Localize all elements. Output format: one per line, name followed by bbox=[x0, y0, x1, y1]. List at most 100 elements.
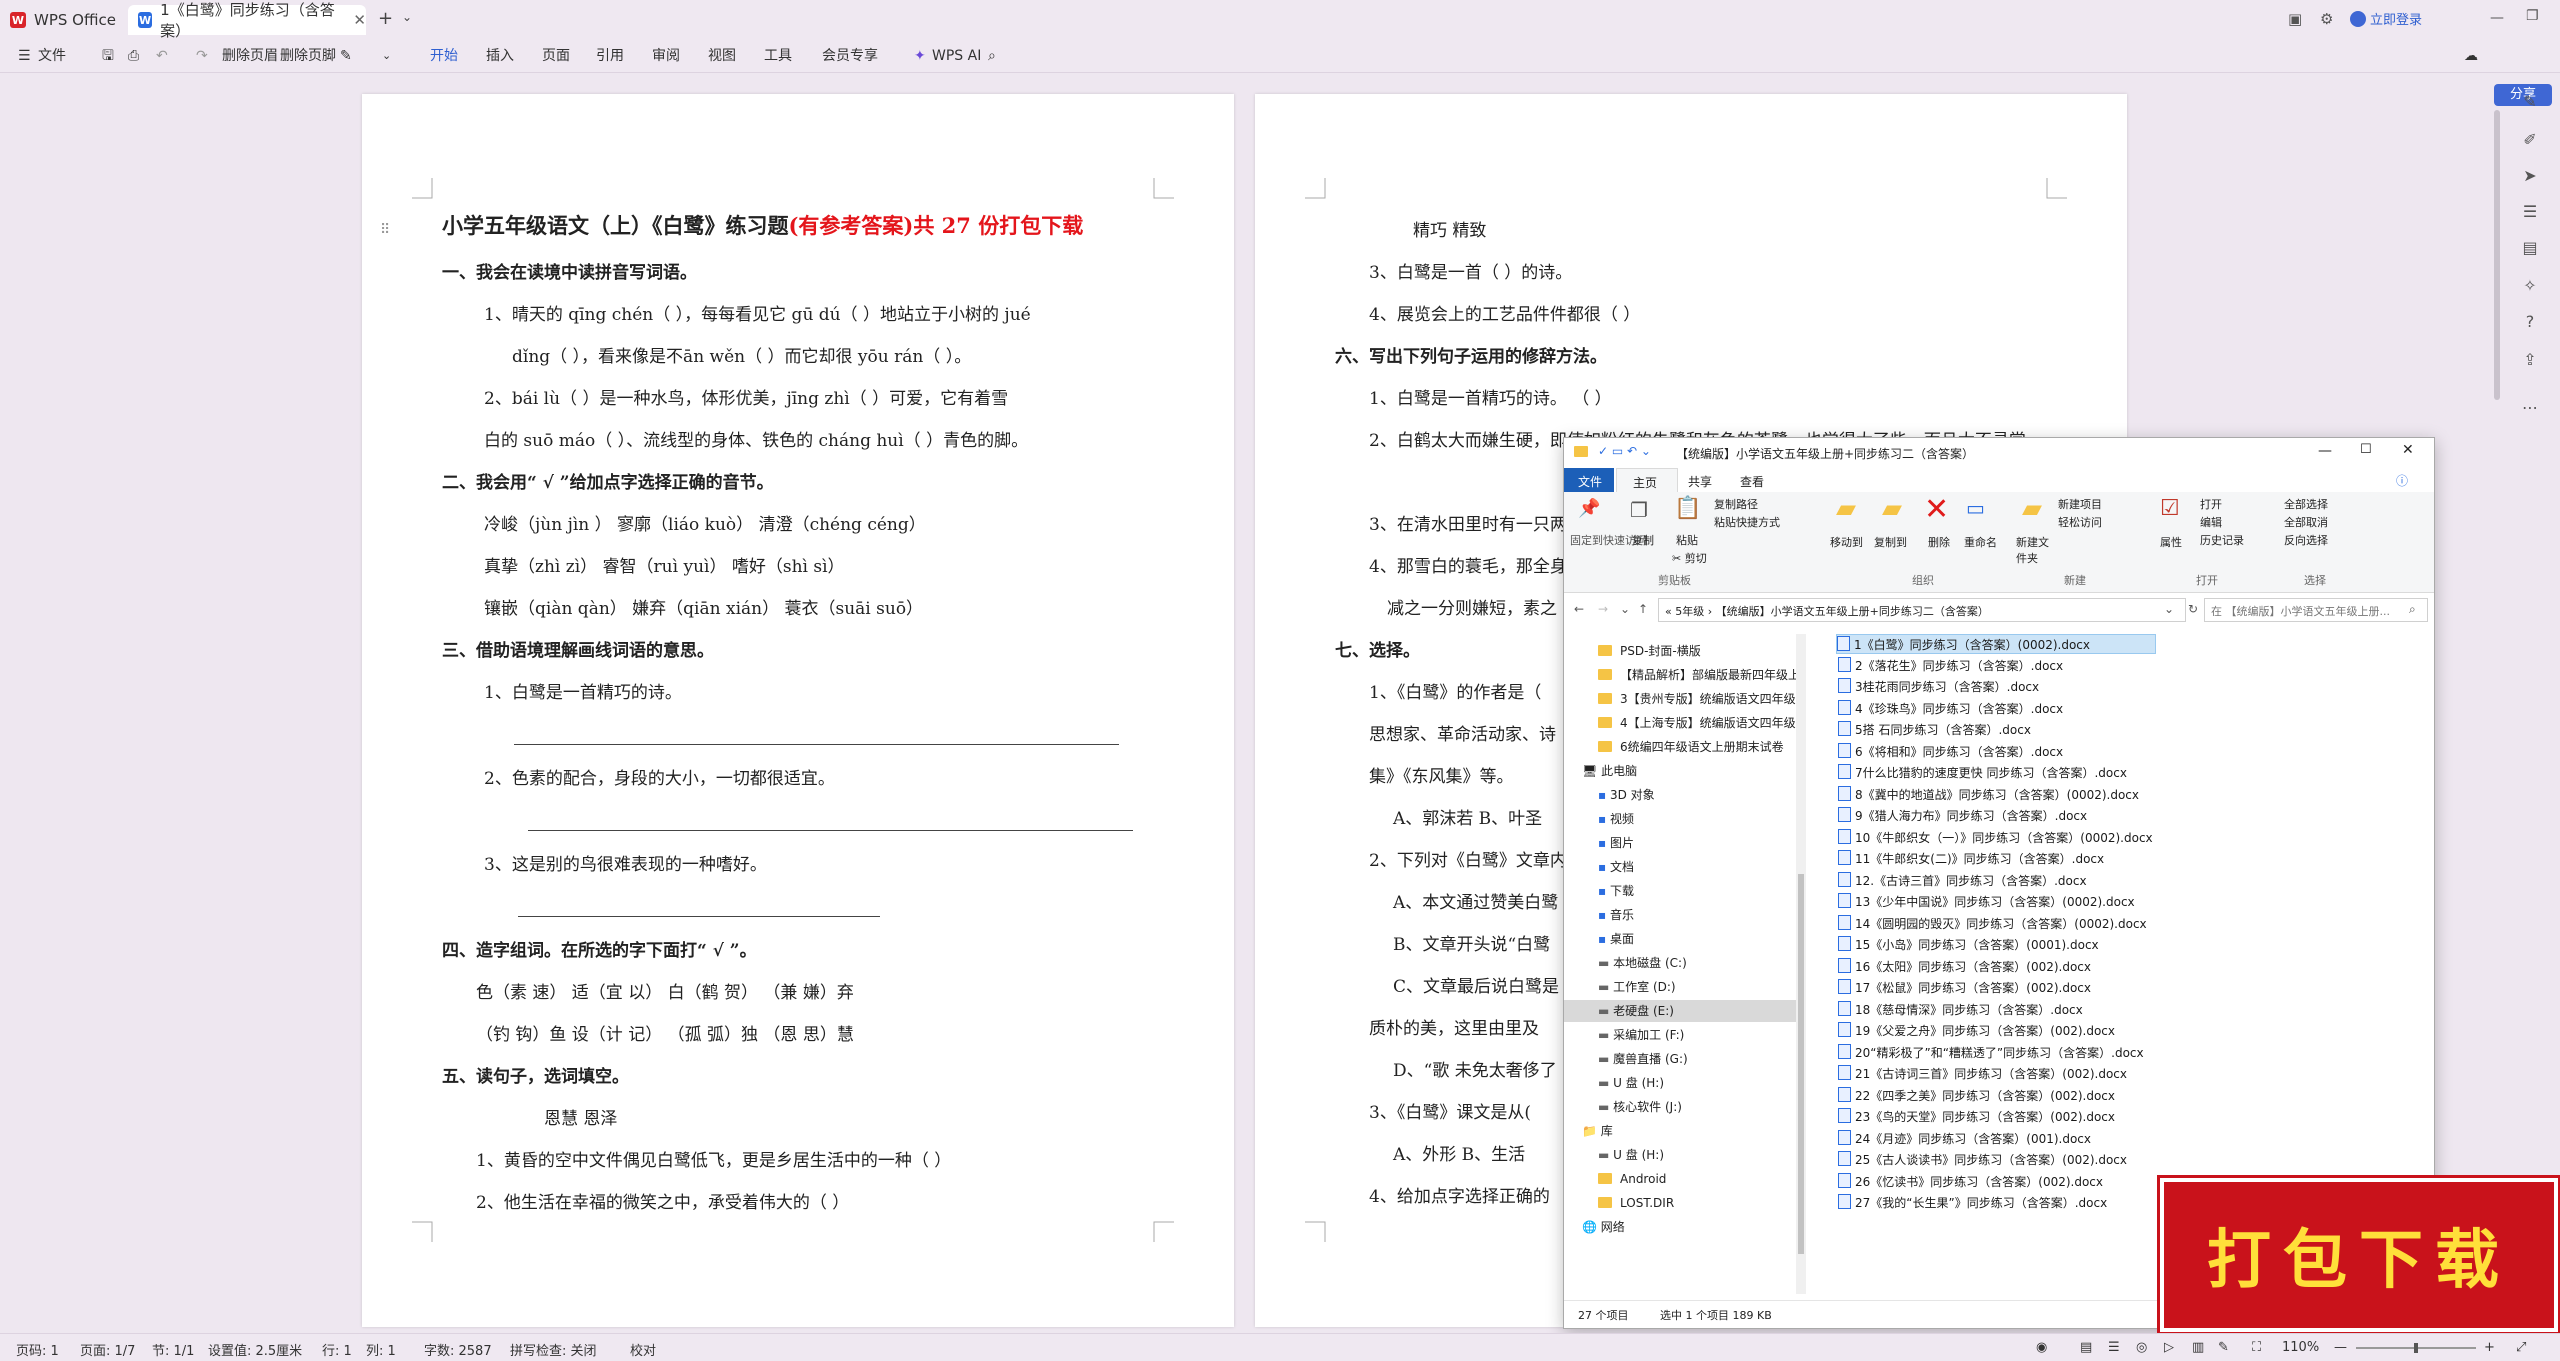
window-layout-icon[interactable]: ▣ bbox=[2288, 10, 2302, 28]
file-item[interactable]: 9《猎人海力布》同步练习（含答案）.docx bbox=[1838, 806, 2087, 826]
close-tab-icon[interactable]: ✕ bbox=[353, 11, 366, 29]
nav-item[interactable]: ▪ 下载 bbox=[1598, 880, 1634, 902]
explorer-view-tab[interactable]: 查看 bbox=[1740, 473, 1764, 490]
up-icon[interactable]: ↑ bbox=[1638, 602, 1648, 616]
redo-icon[interactable]: ↷ bbox=[196, 44, 208, 68]
nav-item[interactable]: Android bbox=[1598, 1168, 1666, 1190]
menu-icon[interactable]: ☰ bbox=[18, 44, 31, 68]
copy-path-button[interactable]: 复制路径 bbox=[1714, 496, 1758, 512]
open-button[interactable]: 打开 bbox=[2200, 496, 2222, 512]
more-icon[interactable]: ⋯ bbox=[2520, 398, 2540, 418]
pen-icon[interactable]: ✎ bbox=[2520, 92, 2540, 112]
tab-document[interactable]: W 1《白鹭》同步练习（含答案） ✕ bbox=[128, 1, 366, 40]
copy-button[interactable]: 复制 bbox=[1632, 532, 1654, 548]
zoom-level[interactable]: 110% bbox=[2282, 1340, 2319, 1355]
tab-tools[interactable]: 工具 bbox=[764, 44, 792, 68]
file-item[interactable]: 5搭 石同步练习（含答案）.docx bbox=[1838, 720, 2031, 740]
nav-item[interactable]: 🌐 网络 bbox=[1582, 1216, 1625, 1238]
nav-item[interactable]: ▬ 核心软件 (J:) bbox=[1598, 1096, 1682, 1118]
edit-icon[interactable]: ✎ bbox=[340, 44, 352, 68]
nav-item[interactable]: ▪ 桌面 bbox=[1598, 928, 1634, 950]
edit-button[interactable]: 编辑 bbox=[2200, 514, 2222, 530]
file-item[interactable]: 27《我的“长生果”》同步练习（含答案）.docx bbox=[1838, 1193, 2107, 1213]
file-menu[interactable]: 文件 bbox=[38, 44, 66, 68]
invert-selection-button[interactable]: 反向选择 bbox=[2284, 532, 2328, 548]
search-icon[interactable]: ⌕ bbox=[988, 44, 996, 68]
zoom-slider-thumb[interactable] bbox=[2414, 1343, 2418, 1353]
easy-access-button[interactable]: 轻松访问 bbox=[2058, 514, 2102, 530]
cursor-icon[interactable]: ➤ bbox=[2520, 166, 2540, 186]
select-all-button[interactable]: 全部选择 bbox=[2284, 496, 2328, 512]
file-item[interactable]: 19《父爱之舟》同步练习（含答案）(002).docx bbox=[1838, 1021, 2115, 1041]
login-button[interactable]: 立即登录 bbox=[2350, 9, 2422, 28]
file-item[interactable]: 7什么比猎豹的速度更快 同步练习（含答案）.docx bbox=[1838, 763, 2127, 783]
file-item[interactable]: 14《圆明园的毁灭》同步练习（含答案）(0002).docx bbox=[1838, 914, 2147, 934]
file-item[interactable]: 1《白鹭》同步练习（含答案）(0002).docx bbox=[1836, 634, 2156, 654]
tab-home[interactable]: 开始 bbox=[430, 44, 458, 68]
nav-item[interactable]: ▪ 文档 bbox=[1598, 856, 1634, 878]
proofread[interactable]: 校对 bbox=[630, 1340, 656, 1359]
nav-item[interactable]: 📁 库 bbox=[1582, 1120, 1613, 1142]
file-item[interactable]: 22《四季之美》同步练习（含答案）(002).docx bbox=[1838, 1086, 2115, 1106]
address-bar[interactable]: « 5年级 › 【统编版】小学语文五年级上册+同步练习二（含答案） bbox=[1658, 598, 2186, 622]
nav-scrollbar-thumb[interactable] bbox=[1798, 874, 1804, 1254]
undo-icon[interactable]: ↶ bbox=[156, 44, 168, 68]
zoom-in-icon[interactable]: + bbox=[2484, 1340, 2495, 1355]
settings-icon[interactable]: ⚙ bbox=[2320, 10, 2333, 28]
tab-view[interactable]: 视图 bbox=[708, 44, 736, 68]
book-icon[interactable]: ▥ bbox=[2192, 1340, 2204, 1355]
wps-ai-button[interactable]: WPS AI bbox=[932, 44, 981, 68]
file-item[interactable]: 21《古诗词三首》同步练习（含答案）(002).docx bbox=[1838, 1064, 2127, 1084]
tab-insert[interactable]: 插入 bbox=[486, 44, 514, 68]
help-icon[interactable]: ? bbox=[2520, 312, 2540, 332]
tab-wps-office[interactable]: W WPS Office bbox=[10, 5, 130, 35]
nav-item[interactable]: ▪ 3D 对象 bbox=[1598, 784, 1655, 806]
file-item[interactable]: 23《鸟的天堂》同步练习（含答案）(002).docx bbox=[1838, 1107, 2115, 1127]
nav-item[interactable]: 🖥 此电脑 bbox=[1582, 760, 1637, 782]
web-view-icon[interactable]: ◎ bbox=[2136, 1340, 2147, 1355]
cloud-icon[interactable]: ☁ bbox=[2464, 44, 2478, 68]
file-item[interactable]: 2《落花生》同步练习（含答案）.docx bbox=[1838, 656, 2063, 676]
nav-item[interactable]: ▬ 工作室 (D:) bbox=[1598, 976, 1676, 998]
forward-icon[interactable]: → bbox=[1598, 602, 1608, 616]
maximize-icon[interactable]: ☐ bbox=[2360, 442, 2372, 457]
help-icon[interactable]: ⓘ bbox=[2396, 472, 2408, 489]
rename-button[interactable]: 重命名 bbox=[1964, 534, 1997, 550]
magic-icon[interactable]: ✧ bbox=[2520, 276, 2540, 296]
nav-scrollbar[interactable] bbox=[1796, 634, 1806, 1294]
file-item[interactable]: 3桂花雨同步练习（含答案）.docx bbox=[1838, 677, 2039, 697]
nav-item[interactable]: ▬ 魔兽直播 (G:) bbox=[1598, 1048, 1688, 1070]
properties-button[interactable]: 属性 bbox=[2160, 534, 2182, 550]
nav-item[interactable]: ▪ 视频 bbox=[1598, 808, 1634, 830]
nav-item[interactable]: ▬ 本地磁盘 (C:) bbox=[1598, 952, 1687, 974]
new-tab-icon[interactable]: + bbox=[378, 8, 393, 29]
paste-shortcut-button[interactable]: 粘贴快捷方式 bbox=[1714, 514, 1780, 530]
nav-item[interactable]: 6统编四年级语文上册期末试卷 bbox=[1598, 736, 1784, 758]
file-item[interactable]: 20“精彩极了”和“糟糕透了”同步练习（含答案）.docx bbox=[1838, 1043, 2144, 1063]
fullscreen-icon[interactable]: ⤢ bbox=[2516, 1340, 2526, 1355]
eye-icon[interactable]: ◉ bbox=[2036, 1340, 2047, 1355]
file-item[interactable]: 24《月迹》同步练习（含答案）(001).docx bbox=[1838, 1129, 2091, 1149]
file-item[interactable]: 25《古人谈读书》同步练习（含答案）(002).docx bbox=[1838, 1150, 2127, 1170]
file-item[interactable]: 16《太阳》同步练习（含答案）(002).docx bbox=[1838, 957, 2091, 977]
tab-review[interactable]: 审阅 bbox=[652, 44, 680, 68]
nav-item[interactable]: 3【贵州专版】统编版语文四年级 bbox=[1598, 688, 1796, 710]
select-none-button[interactable]: 全部取消 bbox=[2284, 514, 2328, 530]
page-count[interactable]: 页面: 1/7 bbox=[80, 1340, 135, 1359]
list-view-icon[interactable]: ☰ bbox=[2108, 1340, 2120, 1355]
history-button[interactable]: 历史记录 bbox=[2200, 532, 2244, 548]
explorer-share-tab[interactable]: 共享 bbox=[1688, 473, 1712, 490]
pen-mode-icon[interactable]: ✎ bbox=[2218, 1340, 2229, 1355]
nav-item[interactable]: ▬ U 盘 (H:) bbox=[1598, 1072, 1664, 1094]
explorer-file-tab[interactable]: 文件 bbox=[1564, 468, 1614, 492]
file-item[interactable]: 11《牛郎织女(二)》同步练习（含答案）.docx bbox=[1838, 849, 2104, 869]
word-count[interactable]: 字数: 2587 bbox=[424, 1340, 492, 1359]
image-icon[interactable]: ▤ bbox=[2520, 238, 2540, 258]
nav-item[interactable]: ▪ 音乐 bbox=[1598, 904, 1634, 926]
cut-button[interactable]: ✂ 剪切 bbox=[1672, 550, 1707, 566]
tab-page[interactable]: 页面 bbox=[542, 44, 570, 68]
minimize-icon[interactable]: — bbox=[2490, 10, 2504, 26]
delete-button[interactable]: 删除 bbox=[1928, 534, 1950, 550]
sliders-icon[interactable]: ☰ bbox=[2520, 202, 2540, 222]
file-item[interactable]: 4《珍珠鸟》同步练习（含答案）.docx bbox=[1838, 699, 2063, 719]
